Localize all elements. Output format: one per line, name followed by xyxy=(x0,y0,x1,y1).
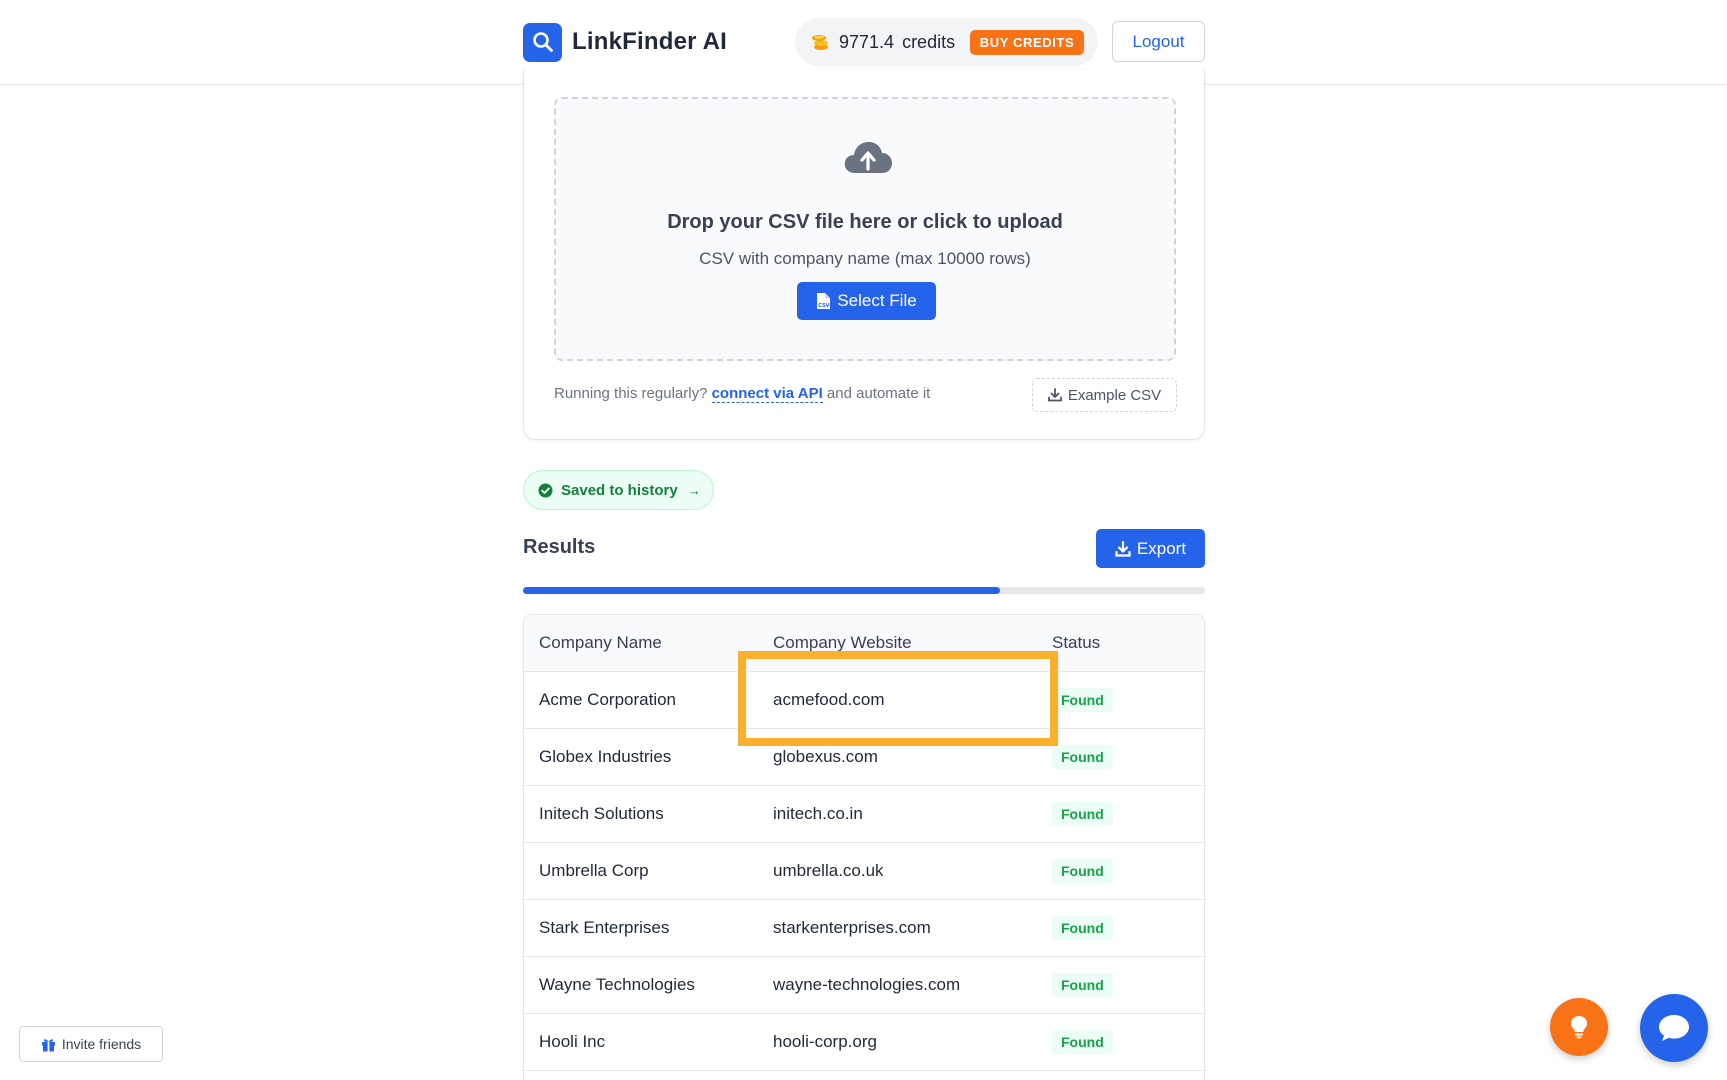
credits-balance: 9771.4 credits xyxy=(839,32,955,53)
status-cell: Found xyxy=(1052,729,1113,785)
column-header[interactable]: Status xyxy=(1052,615,1100,671)
csv-dropzone[interactable]: Drop your CSV file here or click to uplo… xyxy=(554,97,1176,361)
table-row: Wayne Technologies wayne-technologies.com… xyxy=(524,957,1204,1014)
status-cell: Found xyxy=(1052,1014,1113,1070)
company-name-cell: Stark Enterprises xyxy=(539,918,670,937)
check-circle-icon xyxy=(538,483,553,497)
status-badge: Found xyxy=(1052,916,1113,940)
connect-api-link[interactable]: connect via API xyxy=(711,385,823,403)
buy-credits-button[interactable]: BUY CREDITS xyxy=(970,30,1084,55)
csv-file-icon: CSV xyxy=(817,293,831,309)
example-csv-button[interactable]: Example CSV xyxy=(1032,378,1177,412)
company-website-cell[interactable]: umbrella.co.uk xyxy=(773,843,884,899)
logout-button[interactable]: Logout xyxy=(1112,21,1205,62)
status-badge: Found xyxy=(1052,1030,1113,1054)
api-hint-suffix: and automate it xyxy=(826,385,931,402)
highlight-box xyxy=(738,651,1058,746)
status-cell: Found xyxy=(1052,786,1113,842)
dropzone-subtitle: CSV with company name (max 10000 rows) xyxy=(699,249,1031,268)
api-hint: Running this regularly? connect via API … xyxy=(554,385,931,403)
api-hint-prefix: Running this regularly? xyxy=(554,385,708,402)
invite-label: Invite friends xyxy=(61,1036,142,1052)
status-cell: Found xyxy=(1052,843,1113,899)
gift-icon xyxy=(41,1038,55,1051)
table-row: Umbrella Corp umbrella.co.uk Found xyxy=(524,843,1204,900)
coins-icon xyxy=(812,35,828,50)
tips-button[interactable] xyxy=(1550,998,1608,1056)
chat-bubble-icon xyxy=(1659,1015,1689,1041)
progress-bar xyxy=(523,587,1205,594)
progress-fill xyxy=(523,587,1001,594)
select-file-button[interactable]: CSV Select File xyxy=(797,282,936,320)
company-website-cell[interactable]: initech.co.in xyxy=(773,786,863,842)
column-header[interactable]: Company Name xyxy=(539,615,662,671)
table-row: Stark Enterprises starkenterprises.com Fou… xyxy=(524,900,1204,957)
example-csv-label: Example CSV xyxy=(1067,386,1162,404)
company-name-cell: Initech Solutions xyxy=(539,804,664,823)
table-row: Initech Solutions initech.co.in Found xyxy=(524,786,1204,843)
invite-friends-button[interactable]: Invite friends xyxy=(19,1026,163,1062)
company-website-cell[interactable]: starkenterprises.com xyxy=(773,900,931,956)
credits-pill: 9771.4 credits BUY CREDITS xyxy=(795,18,1098,66)
company-name-cell: Umbrella Corp xyxy=(539,861,649,880)
saved-to-history-badge[interactable]: Saved to history → xyxy=(523,470,714,510)
lightbulb-icon xyxy=(1571,1016,1587,1039)
export-label: Export xyxy=(1136,538,1187,558)
status-badge: Found xyxy=(1052,802,1113,826)
app-logo[interactable]: LinkFinder AI xyxy=(523,22,727,62)
credits-label: credits xyxy=(902,31,956,52)
company-name-cell: Wayne Technologies xyxy=(539,975,695,994)
table-row: Hooli Inc hooli-corp.org Found xyxy=(524,1014,1204,1071)
credits-value: 9771.4 xyxy=(839,31,895,52)
company-name-cell: Hooli Inc xyxy=(539,1032,606,1051)
status-badge: Found xyxy=(1052,688,1113,712)
dropzone-title: Drop your CSV file here or click to uplo… xyxy=(667,211,1063,233)
upload-card: Drop your CSV file here or click to uplo… xyxy=(523,70,1205,440)
svg-text:CSV: CSV xyxy=(819,303,830,309)
download-icon xyxy=(1047,388,1062,402)
company-website-cell[interactable]: hooli-corp.org xyxy=(773,1014,877,1070)
chat-button[interactable] xyxy=(1640,994,1708,1062)
company-website-cell[interactable]: wayne-technologies.com xyxy=(773,957,960,1013)
company-name-cell: Acme Corporation xyxy=(539,690,677,709)
status-cell: Found xyxy=(1052,957,1113,1013)
results-title: Results xyxy=(523,536,596,558)
status-badge: Found xyxy=(1052,973,1113,997)
app-name: LinkFinder AI xyxy=(572,28,728,55)
arrow-right-icon: → xyxy=(687,482,701,498)
status-cell: Found xyxy=(1052,672,1113,728)
cloud-upload-icon xyxy=(844,142,892,173)
status-badge: Found xyxy=(1052,859,1113,883)
download-icon xyxy=(1115,540,1131,557)
search-icon xyxy=(523,22,562,62)
status-cell: Found xyxy=(1052,900,1113,956)
status-badge: Found xyxy=(1052,745,1113,769)
export-button[interactable]: Export xyxy=(1096,529,1205,568)
company-name-cell: Globex Industries xyxy=(539,747,672,766)
select-file-label: Select File xyxy=(837,291,917,310)
saved-label: Saved to history xyxy=(561,481,678,499)
